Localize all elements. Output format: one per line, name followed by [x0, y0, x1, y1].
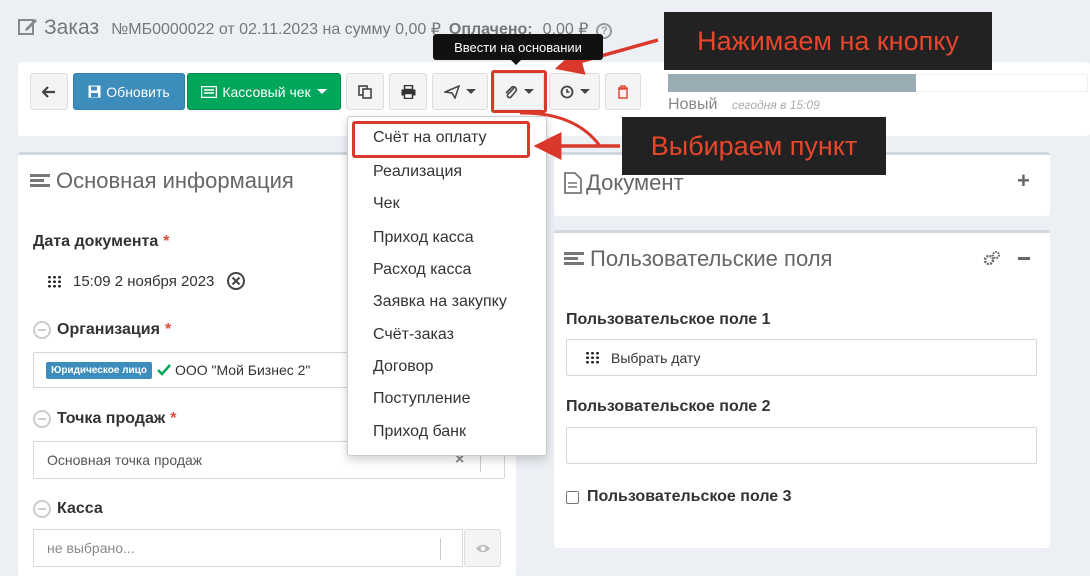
callout-press-button: Нажимаем на кнопку	[664, 12, 992, 70]
callout-choose-item: Выбираем пункт	[622, 117, 886, 175]
connector-curve	[519, 111, 602, 147]
annotation-arrows	[519, 38, 659, 160]
tooltip: Ввести на основании	[433, 34, 603, 65]
